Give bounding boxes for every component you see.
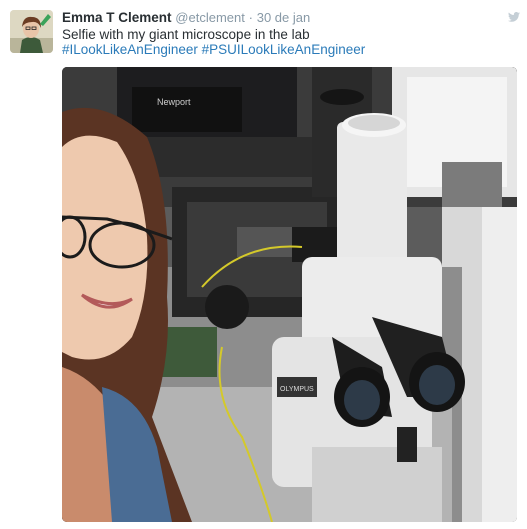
author-name[interactable]: Emma T Clement: [62, 10, 172, 25]
hashtag-link[interactable]: #ILookLikeAnEngineer: [62, 42, 198, 57]
tweet-header: Emma T Clement @etclement · 30 de jan: [62, 10, 310, 25]
twitter-bird-icon[interactable]: [508, 12, 520, 22]
tweet-photo[interactable]: Newport OLYMPUS: [62, 67, 517, 522]
author-handle[interactable]: @etclement: [175, 10, 245, 25]
olympus-label: OLYMPUS: [280, 386, 314, 393]
tweet-hashtags: #ILookLikeAnEngineer #PSUILookLikeAnEngi…: [62, 42, 365, 57]
avatar-image: [10, 10, 53, 53]
tweet-card: Emma T Clement @etclement · 30 de jan Se…: [0, 0, 527, 529]
tweet-text: Selfie with my giant microscope in the l…: [62, 27, 310, 42]
hashtag-link[interactable]: #PSUILookLikeAnEngineer: [202, 42, 366, 57]
timestamp[interactable]: 30 de jan: [257, 10, 311, 25]
avatar[interactable]: [10, 10, 53, 53]
separator: ·: [248, 10, 253, 25]
lab-selfie-image: Newport OLYMPUS: [62, 67, 517, 522]
newport-label: Newport: [157, 97, 191, 107]
